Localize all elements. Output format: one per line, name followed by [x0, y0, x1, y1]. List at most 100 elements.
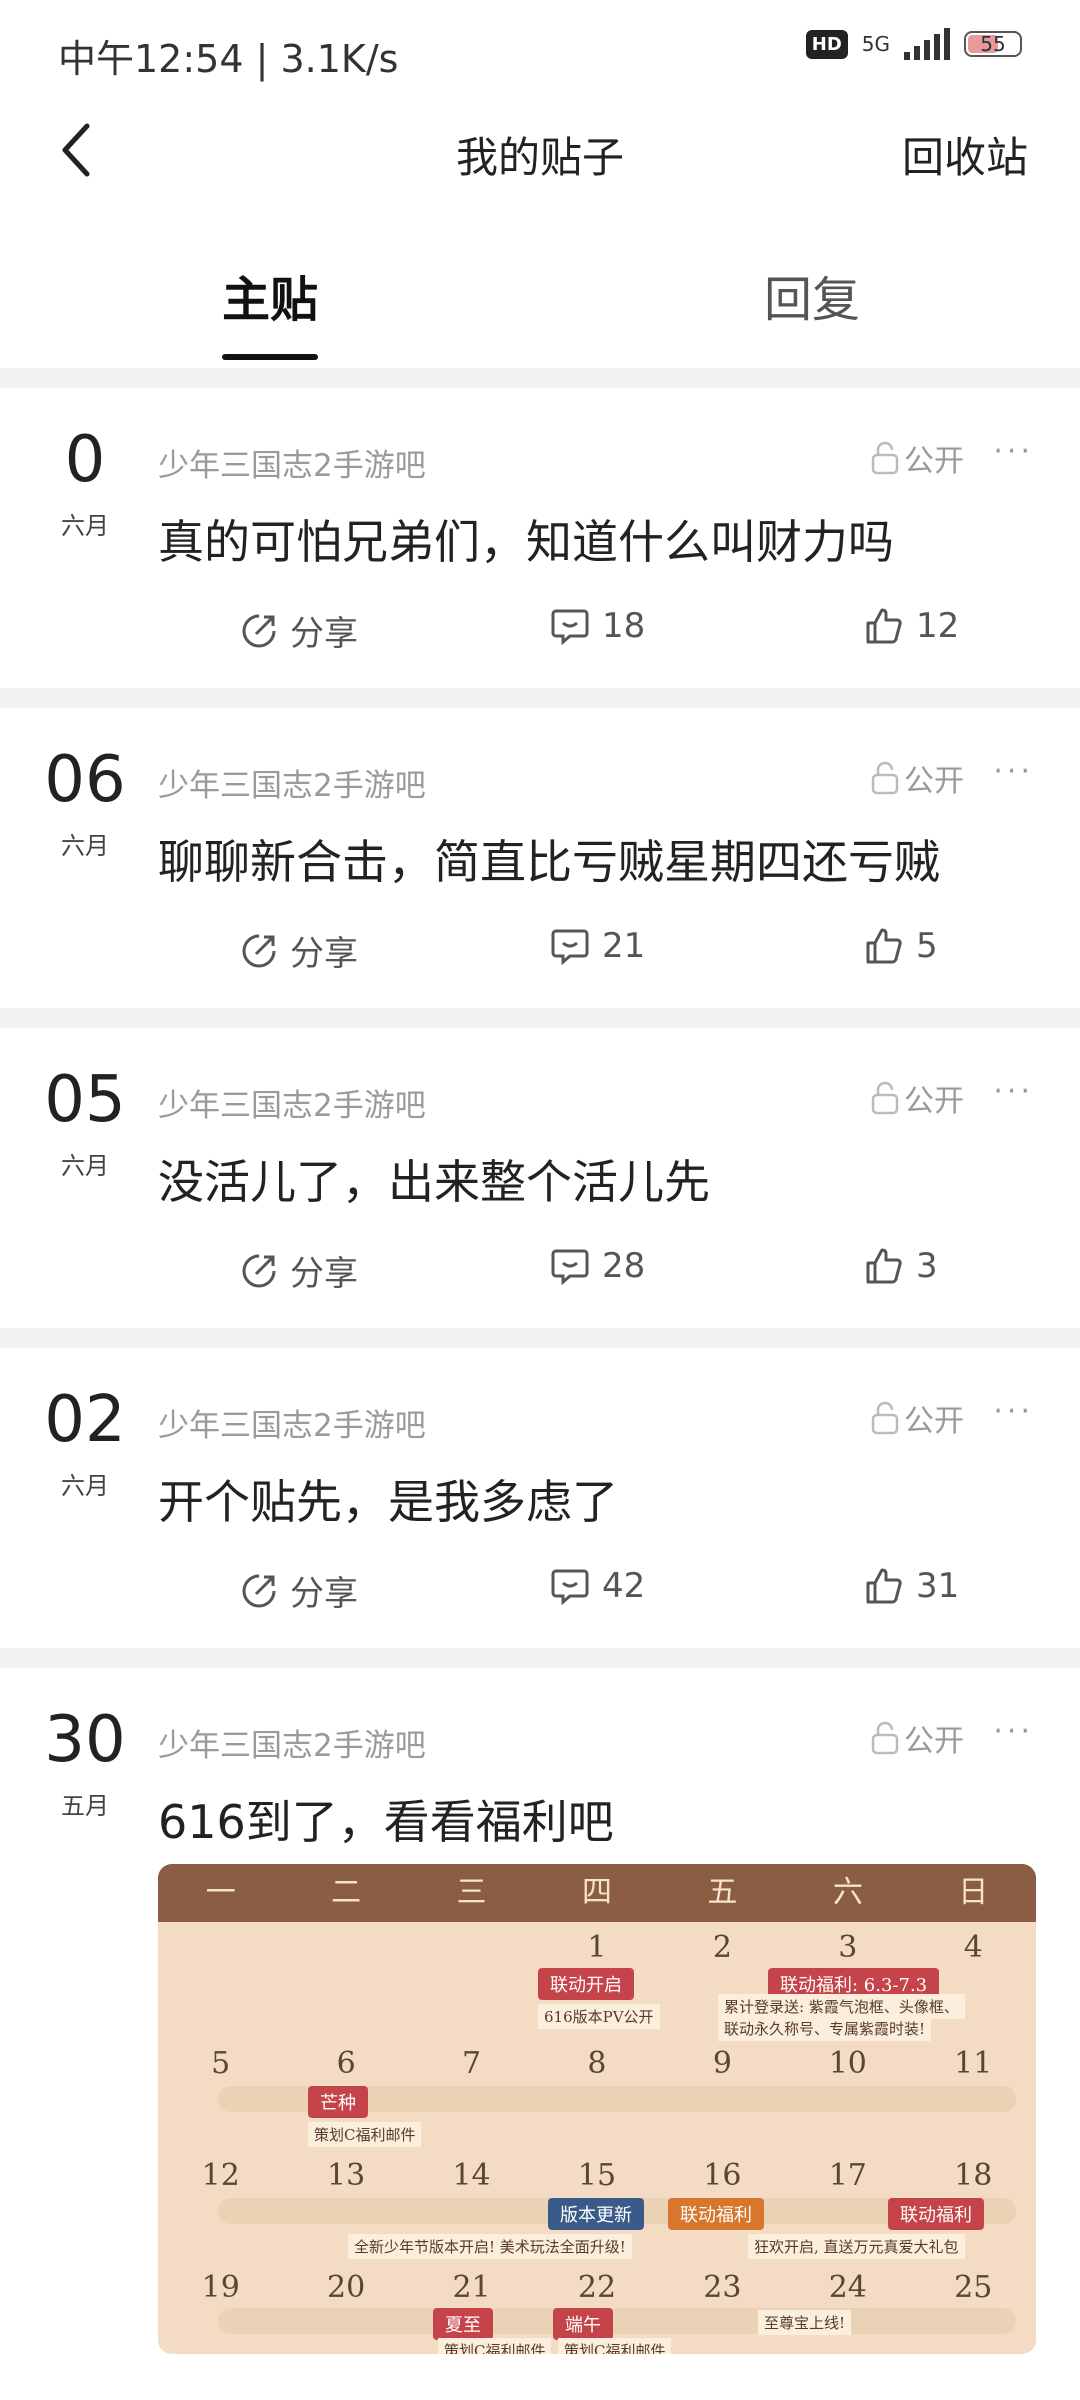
like-button[interactable]: 31	[864, 1566, 959, 1606]
lock-open-icon	[871, 761, 899, 795]
like-button[interactable]: 12	[864, 606, 959, 646]
divider	[0, 688, 1080, 708]
post-item[interactable]: 05 六月 少年三国志2手游吧 公开 ··· 没活儿了，出来整个活儿先 分享 2…	[0, 1028, 1080, 1328]
calendar-day: 7	[462, 2046, 482, 2081]
privacy-status[interactable]: 公开	[870, 436, 964, 480]
share-label: 分享	[290, 614, 358, 654]
post-title[interactable]: 开个贴先，是我多虑了	[158, 1466, 618, 1532]
share-label: 分享	[290, 1574, 358, 1614]
share-label: 分享	[290, 1254, 358, 1294]
thumbs-up-icon	[866, 608, 902, 644]
calendar-note: 全新少年节版本开启! 美术玩法全面升级!	[348, 2234, 632, 2259]
lock-open-icon	[871, 1721, 899, 1755]
comment-button[interactable]: 42	[550, 1566, 645, 1606]
calendar-day: 15	[577, 2158, 617, 2193]
calendar-day: 13	[327, 2158, 366, 2193]
calendar-day: 10	[828, 2046, 867, 2081]
post-title[interactable]: 没活儿了，出来整个活儿先	[158, 1146, 710, 1212]
comment-count: 28	[602, 1246, 646, 1286]
calendar-day: 5	[211, 2046, 231, 2081]
post-title[interactable]: 聊聊新合击，简直比亏贼星期四还亏贼	[158, 826, 940, 892]
post-title[interactable]: 616到了，看看福利吧	[158, 1786, 614, 1852]
calendar-note: 616版本PV公开	[538, 2004, 660, 2029]
privacy-status[interactable]: 公开	[870, 1716, 964, 1760]
like-button[interactable]: 5	[864, 926, 938, 966]
share-icon	[242, 614, 276, 647]
post-forum-name[interactable]: 少年三国志2手游吧	[158, 440, 426, 485]
calendar-day: 16	[703, 2158, 742, 2193]
post-date-month: 六月	[61, 1472, 109, 1500]
more-options-button[interactable]: ···	[993, 1074, 1034, 1109]
post-date-day: 05	[44, 1063, 126, 1137]
weekday-label: 六	[832, 1875, 863, 1910]
calendar-day: 19	[201, 2270, 240, 2305]
calendar-day: 18	[954, 2158, 993, 2193]
calendar-day	[283, 1930, 408, 1965]
status-icons: HD 5G 55	[805, 28, 1022, 60]
calendar-note: 狂欢开启, 直送万元真爱大礼包	[748, 2234, 965, 2259]
weekday-label: 日	[958, 1875, 989, 1910]
recycle-bin-button[interactable]: 回收站	[902, 124, 1028, 185]
calendar-event-tag: 联动福利	[888, 2198, 984, 2230]
lock-open-icon	[871, 441, 899, 475]
privacy-label: 公开	[904, 444, 964, 479]
divider	[0, 1648, 1080, 1668]
calendar-day: 14	[452, 2158, 491, 2193]
privacy-status[interactable]: 公开	[870, 1396, 964, 1440]
comment-button[interactable]: 28	[550, 1246, 645, 1286]
post-forum-name[interactable]: 少年三国志2手游吧	[158, 1400, 426, 1445]
comment-button[interactable]: 18	[550, 606, 645, 646]
tab-active-indicator	[222, 354, 318, 360]
calendar-day	[158, 1930, 283, 1965]
like-button[interactable]: 3	[864, 1246, 938, 1286]
comment-count: 42	[602, 1566, 646, 1606]
calendar-day: 23	[703, 2270, 742, 2305]
signal-icon	[904, 28, 950, 60]
privacy-status[interactable]: 公开	[870, 756, 964, 800]
calendar-note: 至尊宝上线!	[758, 2310, 852, 2335]
calendar-day: 11	[954, 2046, 993, 2081]
share-button[interactable]: 分享	[240, 606, 358, 655]
more-options-button[interactable]: ···	[993, 754, 1034, 789]
share-icon	[242, 1574, 276, 1607]
share-button[interactable]: 分享	[240, 1566, 358, 1615]
calendar-event-tag: 端午	[553, 2308, 613, 2340]
privacy-label: 公开	[904, 764, 964, 799]
calendar-day: 1	[587, 1930, 607, 1965]
share-button[interactable]: 分享	[240, 1246, 358, 1295]
tab-replies[interactable]: 回复	[764, 260, 860, 330]
privacy-label: 公开	[904, 1404, 964, 1439]
share-button[interactable]: 分享	[240, 926, 358, 975]
calendar-day: 6	[336, 2046, 356, 2081]
privacy-status[interactable]: 公开	[870, 1076, 964, 1120]
comment-button[interactable]: 21	[550, 926, 645, 966]
battery-icon: 55	[964, 31, 1022, 57]
calendar-day	[409, 1930, 534, 1965]
calendar-day: 8	[587, 2046, 607, 2081]
more-options-button[interactable]: ···	[993, 434, 1034, 469]
comment-count: 21	[602, 926, 646, 966]
post-forum-name[interactable]: 少年三国志2手游吧	[158, 1720, 426, 1765]
post-forum-name[interactable]: 少年三国志2手游吧	[158, 1080, 426, 1125]
more-options-button[interactable]: ···	[993, 1394, 1034, 1429]
more-options-button[interactable]: ···	[993, 1714, 1034, 1749]
network-indicator: 5G	[862, 34, 890, 54]
calendar-day: 3	[838, 1930, 858, 1965]
post-title[interactable]: 真的可怕兄弟们，知道什么叫财力吗	[158, 506, 894, 572]
post-image-calendar[interactable]: 一 二 三 四 五 六 日 1 2 3 4 联动开启 联动福利: 6.3-7.3…	[158, 1864, 1036, 2354]
calendar-day: 4	[963, 1930, 983, 1965]
post-item[interactable]: 0 六月 少年三国志2手游吧 公开 ··· 真的可怕兄弟们，知道什么叫财力吗 分…	[0, 388, 1080, 688]
post-date-month: 六月	[61, 512, 109, 540]
post-forum-name[interactable]: 少年三国志2手游吧	[158, 760, 426, 805]
post-actions: 分享 21 5	[0, 926, 1080, 986]
lock-open-icon	[871, 1081, 899, 1115]
status-time-speed: 中午12:54 | 3.1K/s	[58, 37, 399, 81]
post-item[interactable]: 02 六月 少年三国志2手游吧 公开 ··· 开个贴先，是我多虑了 分享 42 …	[0, 1348, 1080, 1648]
tab-main-posts[interactable]: 主贴	[222, 260, 318, 330]
divider	[0, 1008, 1080, 1028]
post-item[interactable]: 06 六月 少年三国志2手游吧 公开 ··· 聊聊新合击，简直比亏贼星期四还亏贼…	[0, 708, 1080, 1008]
calendar-day: 2	[712, 1930, 732, 1965]
calendar-day: 21	[452, 2270, 491, 2305]
calendar-day: 24	[828, 2270, 867, 2305]
calendar-event-band	[218, 2308, 1016, 2334]
